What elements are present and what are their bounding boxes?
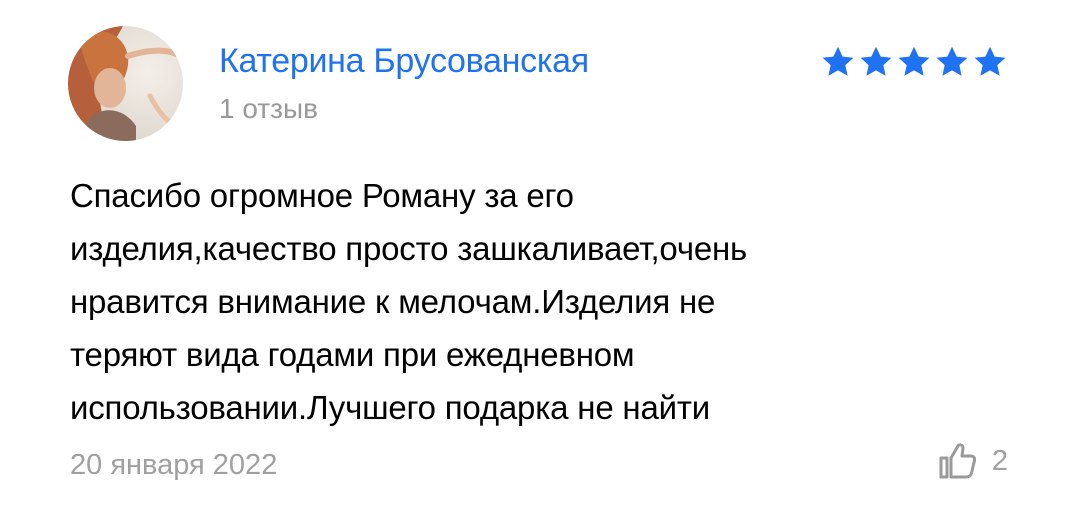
review-text-line: изделия,качество просто зашкаливает,очен… — [70, 230, 748, 267]
review-text-line: теряют вида годами при ежедневном — [70, 336, 635, 373]
like-count: 2 — [991, 445, 1008, 477]
review-text-line: Спасибо огромное Роману за его — [70, 177, 574, 214]
star-icon — [860, 46, 892, 76]
avatar[interactable] — [68, 26, 183, 141]
author-review-count: 1 отзыв — [219, 93, 318, 124]
thumbs-up-icon — [939, 443, 976, 479]
avatar-photo — [68, 26, 183, 141]
review-date: 20 января 2022 — [70, 449, 278, 481]
review-text: Спасибо огромное Роману за его изделия,к… — [70, 169, 970, 434]
author-name[interactable]: Катерина Брусованская — [219, 40, 589, 82]
like-button[interactable]: 2 — [938, 442, 1008, 480]
review-text-line: использовании.Лучшего подарка не найти — [70, 389, 710, 426]
star-icon — [822, 46, 854, 76]
star-rating — [820, 44, 1008, 80]
star-icon — [936, 46, 968, 76]
star-icon — [898, 46, 930, 76]
star-icon — [974, 46, 1006, 76]
review-text-line: нравится внимание к мелочам.Изделия не — [70, 283, 716, 320]
